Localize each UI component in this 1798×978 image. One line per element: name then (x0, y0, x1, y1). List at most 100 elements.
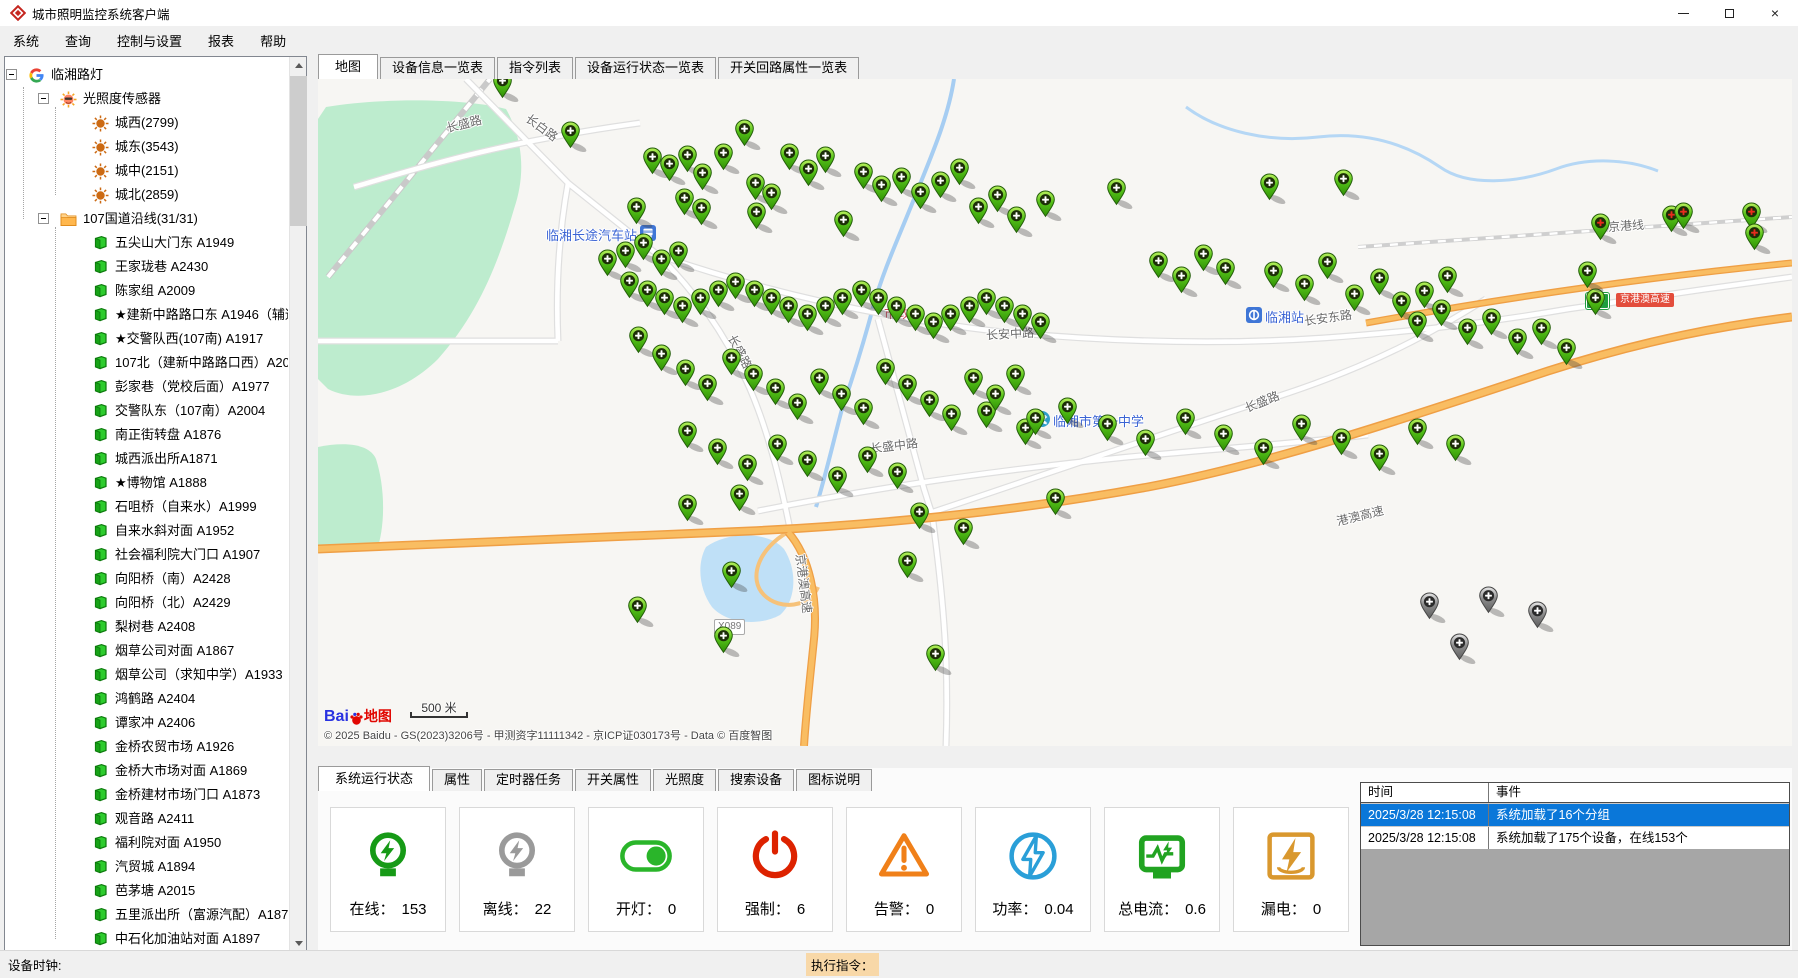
scrollbar-thumb[interactable] (290, 76, 307, 226)
tree-device-item[interactable]: 向阳桥（北）A2429 (92, 591, 231, 615)
tree-device-item[interactable]: 五尖山大门东 A1949 (92, 231, 234, 255)
device-pin-online[interactable] (1264, 261, 1294, 292)
device-pin-online[interactable] (692, 198, 722, 229)
menu-item[interactable]: 帮助 (247, 26, 299, 54)
tree-expand-toggle[interactable] (38, 93, 49, 104)
tree-group-item[interactable]: 城北(2859) (92, 183, 179, 207)
tree-device-item[interactable]: 107北（建新中路路口西）A2014 (92, 351, 288, 375)
device-pin-online[interactable] (1578, 261, 1608, 292)
tree-device-item[interactable]: 金桥建材市场门口 A1873 (92, 783, 260, 807)
device-pin-online[interactable] (730, 484, 760, 515)
tree-device-item[interactable]: 梨树巷 A2408 (92, 615, 195, 639)
device-pin-alarm[interactable] (1674, 202, 1704, 233)
device-pin-online[interactable] (1254, 438, 1284, 469)
maximize-button[interactable] (1706, 0, 1752, 26)
tree-device-item[interactable]: 谭家冲 A2406 (92, 711, 195, 735)
device-pin-online[interactable] (1408, 418, 1438, 449)
event-log-row[interactable]: 2025/3/28 12:15:08系统加载了175个设备，在线153个 (1361, 826, 1789, 849)
minimize-button[interactable] (1660, 0, 1706, 26)
menu-item[interactable]: 报表 (195, 26, 247, 54)
device-pin-online[interactable] (1036, 190, 1066, 221)
device-pin-online[interactable] (1026, 408, 1056, 439)
device-pin-online[interactable] (768, 434, 798, 465)
tree-group-item[interactable]: 城东(3543) (92, 135, 179, 159)
main-tab[interactable]: 设备信息一览表 (380, 57, 495, 79)
device-pin-online[interactable] (1007, 206, 1037, 237)
tree-device-item[interactable]: 烟草公司（求知中学）A1933 (92, 663, 283, 687)
tree-device-item[interactable]: 福利院对面 A1950 (92, 831, 221, 855)
device-pin-online[interactable] (942, 404, 972, 435)
device-pin-online[interactable] (1216, 258, 1246, 289)
device-pin-online[interactable] (1318, 252, 1348, 283)
device-pin-online[interactable] (738, 454, 768, 485)
tree-device-item[interactable]: 烟草公司对面 A1867 (92, 639, 234, 663)
tree-device-item[interactable]: 鸿鹤路 A2404 (92, 687, 195, 711)
tree-group-item[interactable]: 城中(2151) (92, 159, 179, 183)
device-pin-online[interactable] (1031, 312, 1061, 343)
device-pin-online[interactable] (493, 79, 523, 102)
device-pin-online[interactable] (1292, 414, 1322, 445)
device-pin-online[interactable] (950, 158, 980, 189)
device-pin-online[interactable] (735, 119, 765, 150)
horizontal-splitter[interactable] (318, 746, 1792, 768)
tree-device-item[interactable]: ★博物馆 A1888 (92, 471, 207, 495)
tree-device-item[interactable]: 城西派出所A1871 (92, 447, 218, 471)
device-pin-online[interactable] (1557, 338, 1587, 369)
tree-device-item[interactable]: 陈家组 A2009 (92, 279, 195, 303)
device-pin-online[interactable] (678, 494, 708, 525)
device-pin-online[interactable] (834, 210, 864, 241)
device-pin-online[interactable] (1176, 408, 1206, 439)
device-pin-online[interactable] (1586, 288, 1616, 319)
tree-expand-toggle[interactable] (38, 213, 49, 224)
tree-device-item[interactable]: 金桥大市场对面 A1869 (92, 759, 247, 783)
tree-device-item[interactable]: 石咀桥（自来水）A1999 (92, 495, 257, 519)
device-pin-online[interactable] (1332, 428, 1362, 459)
device-pin-online[interactable] (747, 202, 777, 233)
menu-item[interactable]: 查询 (52, 26, 104, 54)
close-button[interactable]: × (1752, 0, 1798, 26)
tree-device-item[interactable]: 南正街转盘 A1876 (92, 423, 221, 447)
device-pin-online[interactable] (669, 241, 699, 272)
tree-device-item[interactable]: 交警队东（107南）A2004 (92, 399, 265, 423)
device-pin-online[interactable] (1334, 169, 1364, 200)
device-pin-online[interactable] (858, 446, 888, 477)
tree-device-item[interactable]: ★交警队西(107南) A1917 (92, 327, 263, 351)
device-pin-online[interactable] (628, 596, 658, 627)
tree-device-item[interactable]: 中石化加油站对面 A1897 (92, 927, 260, 951)
bottom-tab[interactable]: 属性 (432, 769, 482, 791)
bottom-tab[interactable]: 系统运行状态 (318, 766, 430, 791)
main-tab[interactable]: 地图 (318, 54, 378, 79)
device-pin-online[interactable] (1136, 429, 1166, 460)
device-pin-online[interactable] (1006, 364, 1036, 395)
device-pin-online[interactable] (1098, 414, 1128, 445)
tree-device-item[interactable]: 观音路 A2411 (92, 807, 194, 831)
device-pin-online[interactable] (1260, 173, 1290, 204)
device-pin-alarm[interactable] (1591, 213, 1621, 244)
tree-device-item[interactable]: 金桥农贸市场 A1926 (92, 735, 234, 759)
main-tab[interactable]: 指令列表 (497, 57, 573, 79)
tree-group-item[interactable]: 107国道沿线(31/31) (60, 207, 198, 231)
bottom-tab[interactable]: 定时器任务 (484, 769, 573, 791)
tree-device-item[interactable]: 社会福利院大门口 A1907 (92, 543, 260, 567)
device-pin-online[interactable] (1058, 397, 1088, 428)
device-pin-online[interactable] (816, 146, 846, 177)
device-pin-online[interactable] (926, 644, 956, 675)
device-pin-online[interactable] (1446, 434, 1476, 465)
device-pin-online[interactable] (714, 626, 744, 657)
tree-expand-toggle[interactable] (6, 69, 17, 80)
menu-item[interactable]: 系统 (0, 26, 52, 54)
device-pin-online[interactable] (1107, 178, 1137, 209)
tree-device-item[interactable]: 向阳桥（南）A2428 (92, 567, 231, 591)
main-tab[interactable]: 设备运行状态一览表 (575, 57, 716, 79)
main-tab[interactable]: 开关回路属性一览表 (718, 57, 859, 79)
device-pin-offline[interactable] (1528, 601, 1558, 632)
device-pin-online[interactable] (1438, 266, 1468, 297)
device-pin-online[interactable] (910, 502, 940, 533)
device-pin-online[interactable] (954, 518, 984, 549)
device-pin-online[interactable] (1046, 488, 1076, 519)
bottom-tab[interactable]: 开关属性 (575, 769, 651, 791)
device-pin-online[interactable] (1370, 444, 1400, 475)
device-pin-offline[interactable] (1420, 592, 1450, 623)
device-pin-online[interactable] (722, 561, 752, 592)
menu-item[interactable]: 控制与设置 (104, 26, 195, 54)
